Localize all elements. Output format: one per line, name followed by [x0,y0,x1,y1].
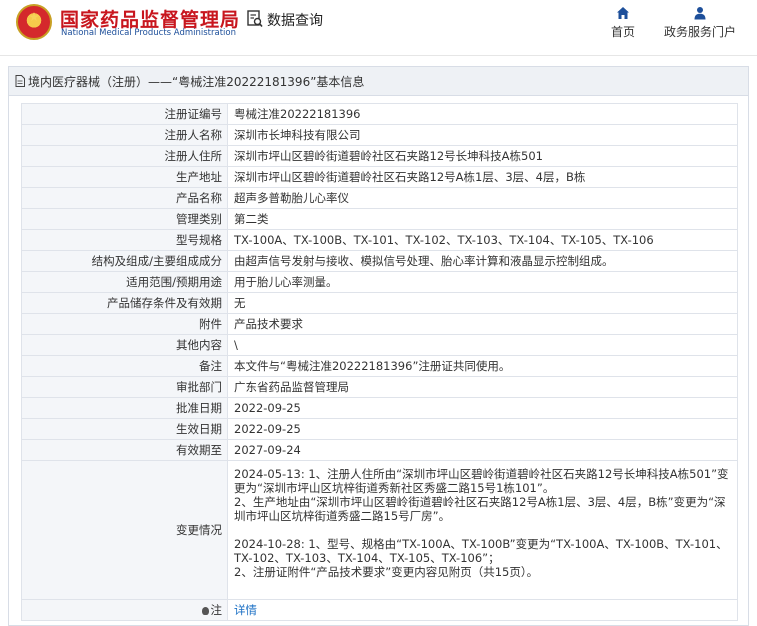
details-link[interactable]: 详情 [234,603,257,617]
row-value: TX-100A、TX-100B、TX-101、TX-102、TX-103、TX-… [227,229,738,251]
panel-header: 境内医疗器械（注册）——“粤械注准20222181396”基本信息 [9,67,748,96]
table-row: 批准日期 2022-09-25 [21,397,738,419]
changes-text: 2024-05-13: 1、注册人住所由“深圳市坪山区碧岭街道碧岭社区石夹路12… [227,460,738,600]
row-label: 有效期至 [21,439,228,461]
nav-home[interactable]: 首页 [606,6,640,40]
row-value: 超声多普勒胎儿心率仪 [227,187,738,209]
row-label: 产品名称 [21,187,228,209]
table-row-note: 注 详情 [21,599,738,621]
row-label: 产品储存条件及有效期 [21,292,228,314]
row-label: 生产地址 [21,166,228,188]
row-value: 由超声信号发射与接收、模拟信号处理、胎心率计算和液晶显示控制组成。 [227,250,738,272]
data-query-link[interactable]: 数据查询 [267,10,323,30]
nav-service-portal[interactable]: 政务服务门户 [660,6,740,40]
table-row: 结构及组成/主要组成成分 由超声信号发射与接收、模拟信号处理、胎心率计算和液晶显示… [21,250,738,272]
data-query-icon[interactable] [247,10,263,28]
table-row: 备注 本文件与“粤械注准20222181396”注册证共同使用。 [21,355,738,377]
nav-home-label: 首页 [610,25,635,39]
row-value: 本文件与“粤械注准20222181396”注册证共同使用。 [227,355,738,377]
table-row: 附件 产品技术要求 [21,313,738,335]
row-value: 用于胎儿心率测量。 [227,271,738,293]
note-label: 注 [210,603,223,617]
header-divider [0,55,757,56]
row-label: 审批部门 [21,376,228,398]
row-value: 第二类 [227,208,738,230]
user-icon [694,7,706,20]
table-row-changes: 变更情况 2024-05-13: 1、注册人住所由“深圳市坪山区碧岭街道碧岭社区… [21,460,738,600]
row-value: 深圳市长坤科技有限公司 [227,124,738,146]
document-icon [15,75,25,87]
row-value: 无 [227,292,738,314]
row-value: 2022-09-25 [227,397,738,419]
home-icon [617,7,629,19]
table-row: 审批部门 广东省药品监督管理局 [21,376,738,398]
table-row: 其他内容 \ [21,334,738,356]
nav-portal-label: 政务服务门户 [663,25,736,39]
table-row: 管理类别 第二类 [21,208,738,230]
row-label: 型号规格 [21,229,228,251]
table-row: 生产地址 深圳市坪山区碧岭街道碧岭社区石夹路12号A栋1层、3层、4层，B栋 [21,166,738,188]
row-label: 备注 [21,355,228,377]
lightbulb-icon [201,607,209,615]
panel-title: 境内医疗器械（注册）——“粤械注准20222181396”基本信息 [28,74,365,89]
table-row: 适用范围/预期用途 用于胎儿心率测量。 [21,271,738,293]
table-row: 注册证编号 粤械注准20222181396 [21,103,738,125]
row-value: 深圳市坪山区碧岭街道碧岭社区石夹路12号长坤科技A栋501 [227,145,738,167]
info-table: 注册证编号 粤械注准20222181396 注册人名称 深圳市长坤科技有限公司 注册人住… [21,103,738,621]
row-value: \ [227,334,738,356]
row-label: 注册人名称 [21,124,228,146]
row-label: 注册人住所 [21,145,228,167]
site-header: 国家药品监督管理局 National Medical Products Admi… [0,0,757,55]
table-row: 生效日期 2022-09-25 [21,418,738,440]
emblem-logo-icon[interactable] [16,4,52,40]
note-label-cell: 注 [21,599,228,621]
detail-panel: 境内医疗器械（注册）——“粤械注准20222181396”基本信息 注册证编号粤… [8,66,749,626]
table-row: 型号规格 TX-100A、TX-100B、TX-101、TX-102、TX-103… [21,229,738,251]
row-label: 批准日期 [21,397,228,419]
row-label: 生效日期 [21,418,228,440]
row-value: 2022-09-25 [227,418,738,440]
row-value: 深圳市坪山区碧岭街道碧岭社区石夹路12号A栋1层、3层、4层，B栋 [227,166,738,188]
row-label: 注册证编号 [21,103,228,125]
table-row: 注册人名称 深圳市长坤科技有限公司 [21,124,738,146]
note-value-cell: 详情 [227,599,738,621]
table-row: 注册人住所 深圳市坪山区碧岭街道碧岭社区石夹路12号长坤科技A栋501 [21,145,738,167]
site-subtitle: National Medical Products Administration [61,28,236,38]
row-label: 附件 [21,313,228,335]
row-value: 广东省药品监督管理局 [227,376,738,398]
row-label: 结构及组成/主要组成成分 [21,250,228,272]
table-row: 有效期至 2027-09-24 [21,439,738,461]
row-value: 粤械注准20222181396 [227,103,738,125]
row-value: 产品技术要求 [227,313,738,335]
row-label: 其他内容 [21,334,228,356]
table-row: 产品储存条件及有效期无 [21,292,738,314]
row-value: 2027-09-24 [227,439,738,461]
table-row: 产品名称 超声多普勒胎儿心率仪 [21,187,738,209]
row-label: 变更情况 [21,460,228,600]
row-label: 适用范围/预期用途 [21,271,228,293]
row-label: 管理类别 [21,208,228,230]
